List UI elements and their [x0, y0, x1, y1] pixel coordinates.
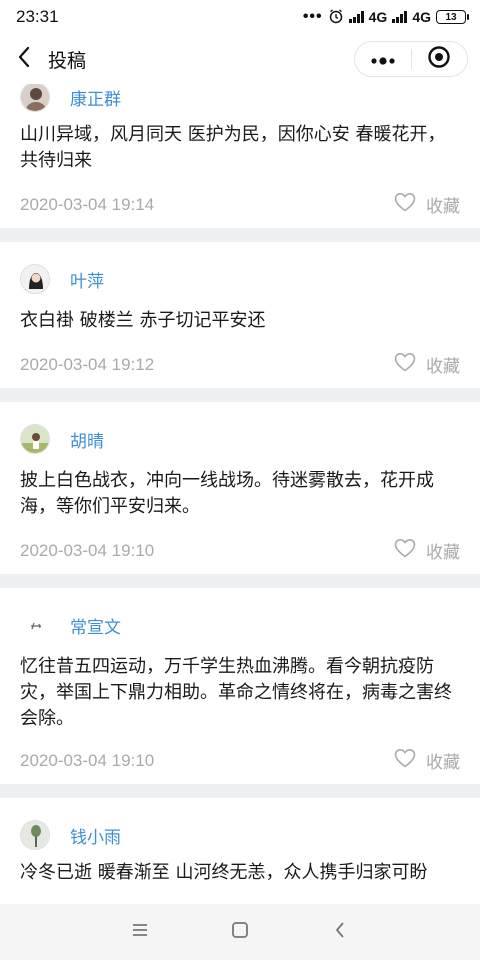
author-row: 常宣文 [20, 610, 121, 640]
avatar[interactable] [20, 264, 50, 294]
status-icons: ••• 4G 4G 13 [302, 8, 469, 27]
back-button[interactable] [0, 34, 48, 84]
favorite-button[interactable]: 收藏 [394, 192, 460, 217]
close-miniprogram-button[interactable] [411, 41, 467, 77]
heart-outline-icon [394, 538, 416, 563]
triangle-back-icon [334, 921, 346, 943]
miniprogram-capsule [354, 41, 468, 77]
post-date: 2020-03-04 19:14 [20, 194, 155, 214]
home-button[interactable] [220, 912, 260, 952]
favorite-button[interactable]: 收藏 [394, 748, 460, 773]
heart-outline-icon [394, 192, 416, 217]
more-dots-icon [370, 50, 396, 69]
post-content: 衣白褂 破楼兰 赤子切记平安还 [20, 310, 266, 331]
author-row: 叶萍 [20, 264, 104, 294]
favorite-button[interactable]: 收藏 [394, 538, 460, 563]
post-content: 山川异域，风月同天 医护为民，因你心安 春暖花开，共待归来 [20, 124, 446, 171]
author-name[interactable]: 胡晴 [70, 427, 104, 452]
system-nav-bar [0, 904, 480, 960]
network-type-1: 4G [368, 9, 388, 25]
post-card: 胡晴 披上白色战衣，冲向一线战场。待迷雾散去，花开成海，等你们平安归来。 202… [0, 402, 480, 574]
more-button[interactable] [355, 41, 411, 77]
chevron-left-icon [17, 46, 31, 72]
post-divider [0, 574, 480, 588]
post-meta: 2020-03-04 19:14 收藏 [20, 192, 460, 217]
post-content: 披上白色战衣，冲向一线战场。待迷雾散去，花开成海，等你们平安归来。 [20, 470, 434, 517]
avatar[interactable] [20, 610, 50, 640]
author-name[interactable]: 康正群 [70, 85, 121, 110]
square-home-icon [231, 921, 249, 943]
status-time: 23:31 [16, 7, 59, 26]
signal-bars-icon [348, 11, 364, 23]
favorite-label: 收藏 [426, 357, 460, 377]
alarm-icon [328, 8, 344, 27]
post-date: 2020-03-04 19:10 [20, 750, 155, 770]
battery-icon: 13 [436, 10, 469, 24]
post-card: 叶萍 衣白褂 破楼兰 赤子切记平安还 2020-03-04 19:12 收藏 [0, 242, 480, 388]
favorite-button[interactable]: 收藏 [394, 352, 460, 377]
post-card: 康正群 山川异域，风月同天 医护为民，因你心安 春暖花开，共待归来 2020-0… [0, 84, 480, 228]
avatar[interactable] [20, 820, 50, 850]
post-meta: 2020-03-04 19:10 收藏 [20, 748, 460, 773]
favorite-label: 收藏 [426, 543, 460, 563]
author-name[interactable]: 常宣文 [70, 613, 121, 638]
post-date: 2020-03-04 19:10 [20, 540, 155, 560]
favorite-label: 收藏 [426, 197, 460, 217]
post-date: 2020-03-04 19:12 [20, 354, 155, 374]
page-title: 投稿 [48, 49, 87, 72]
avatar[interactable] [20, 424, 50, 454]
nav-bar: 投稿 [0, 34, 480, 84]
heart-outline-icon [394, 748, 416, 773]
author-name[interactable]: 钱小雨 [70, 823, 121, 848]
network-type-2: 4G [412, 9, 431, 25]
post-divider [0, 784, 480, 798]
post-meta: 2020-03-04 19:10 收藏 [20, 538, 460, 563]
post-divider [0, 388, 480, 402]
post-card: 钱小雨 冷冬已逝 暖春渐至 山河终无恙，众人携手归家可盼 [0, 798, 480, 904]
favorite-label: 收藏 [426, 753, 460, 773]
author-name[interactable]: 叶萍 [70, 267, 104, 292]
notification-dots-icon: ••• [302, 8, 323, 25]
status-bar: 23:31 ••• 4G 4G 13 [0, 0, 480, 34]
recent-apps-button[interactable] [120, 912, 160, 952]
post-content: 忆往昔五四运动，万千学生热血沸腾。看今朝抗疫防灾，举国上下鼎力相助。革命之情终将… [20, 656, 452, 729]
post-divider [0, 228, 480, 242]
author-row: 胡晴 [20, 424, 104, 454]
author-row: 钱小雨 [20, 820, 121, 850]
post-feed[interactable]: 康正群 山川异域，风月同天 医护为民，因你心安 春暖花开，共待归来 2020-0… [0, 84, 480, 904]
signal-bars-icon [392, 11, 408, 23]
post-meta: 2020-03-04 19:12 收藏 [20, 352, 460, 377]
system-back-button[interactable] [320, 912, 360, 952]
post-card: 常宣文 忆往昔五四运动，万千学生热血沸腾。看今朝抗疫防灾，举国上下鼎力相助。革命… [0, 588, 480, 784]
avatar[interactable] [20, 84, 50, 112]
menu-lines-icon [131, 922, 149, 942]
author-row: 康正群 [20, 84, 121, 112]
heart-outline-icon [394, 352, 416, 377]
battery-level: 13 [445, 11, 457, 23]
post-content: 冷冬已逝 暖春渐至 山河终无恙，众人携手归家可盼 [20, 862, 428, 883]
target-circle-icon [427, 45, 451, 73]
